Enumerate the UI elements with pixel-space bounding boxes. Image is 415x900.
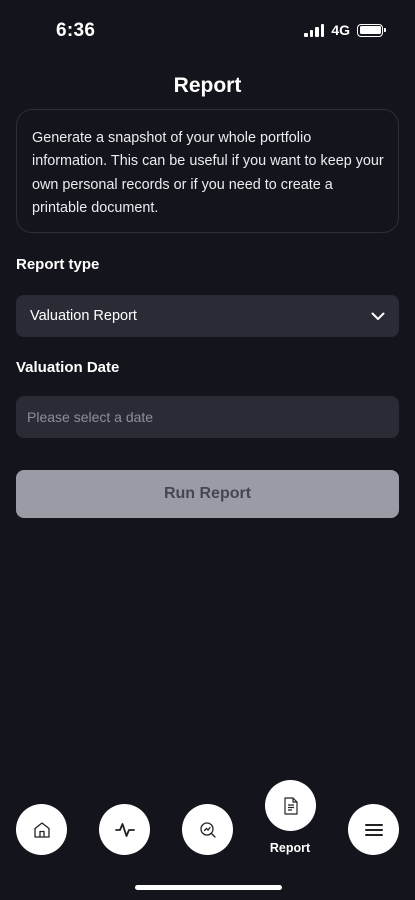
run-report-button[interactable]: Run Report [16,470,399,518]
battery-level [359,26,381,34]
status-time: 6:36 [56,20,96,41]
network-type: 4G [331,22,350,38]
nav-report-label: Report [269,841,311,855]
menu-icon [364,823,383,836]
nav-menu-button[interactable] [348,804,399,855]
nav-home-button[interactable] [16,804,67,855]
nav-report-button[interactable] [265,780,316,831]
home-indicator[interactable] [135,885,282,890]
report-type-value: Valuation Report [30,308,137,324]
battery-icon [357,23,386,37]
signal-icon [304,23,325,37]
report-type-label: Report type [16,256,100,273]
valuation-date-input[interactable] [16,396,399,438]
home-icon [33,821,50,838]
nav-activity-button[interactable] [99,804,150,855]
activity-icon [114,822,135,837]
report-description: Generate a snapshot of your whole portfo… [16,109,399,233]
status-bar: 6:36 4G [0,0,415,62]
report-type-select[interactable]: Valuation Report [16,295,399,337]
report-document-icon [283,796,298,815]
valuation-date-label: Valuation Date [16,359,120,376]
status-indicators: 4G [304,22,386,38]
nav-search-button[interactable] [182,804,233,855]
search-document-icon [199,821,216,838]
report-screen: 6:36 4G Report Generate a snapshot of yo… [0,0,415,900]
chevron-down-icon [371,312,385,321]
page-title: Report [173,74,242,97]
